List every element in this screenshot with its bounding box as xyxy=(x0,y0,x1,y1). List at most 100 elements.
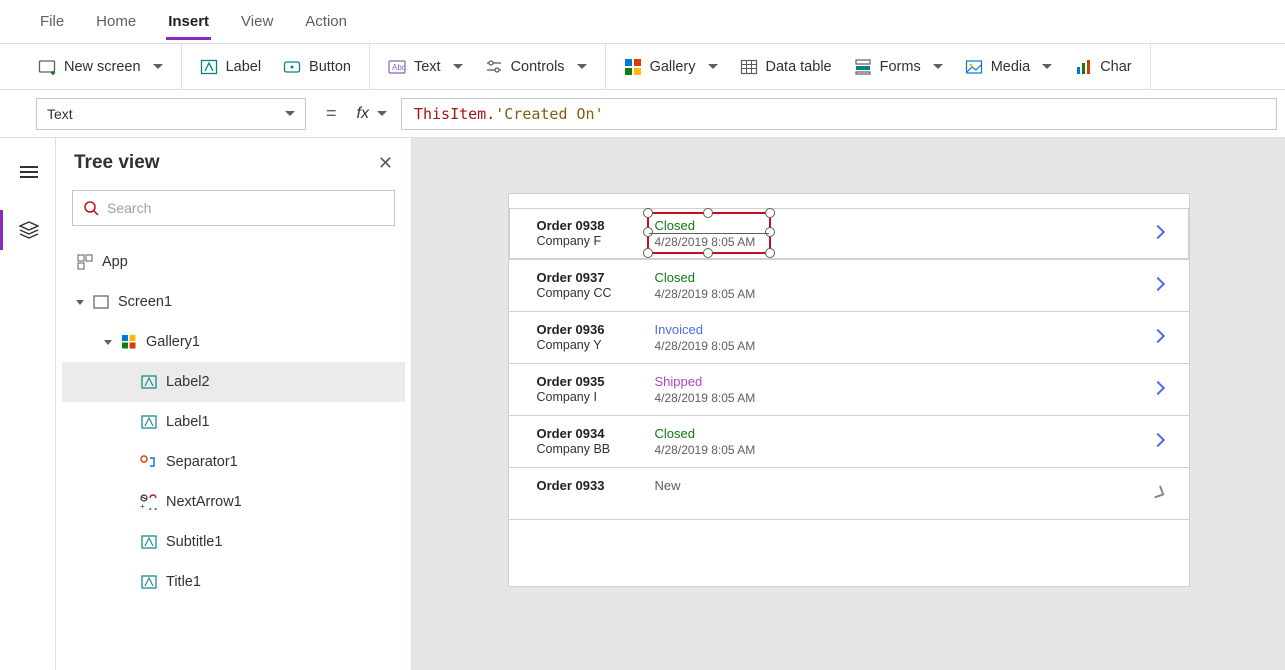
chevron-down-icon xyxy=(933,64,943,69)
ribbon-toolbar: New screen Label Button Abc Text xyxy=(0,44,1285,90)
charts-icon xyxy=(1074,58,1092,76)
chevron-down-icon xyxy=(453,64,463,69)
menu-item-view[interactable]: View xyxy=(239,3,275,40)
order-timestamp: 4/28/2019 8:05 AM xyxy=(655,339,795,353)
data-table-button[interactable]: Data table xyxy=(740,58,832,76)
equals-sign: = xyxy=(320,103,343,124)
forms-icon xyxy=(854,58,872,76)
hamburger-button[interactable] xyxy=(0,152,56,192)
text-button[interactable]: Abc Text xyxy=(388,58,463,76)
gallery-item[interactable]: Order 0934Company BBClosed4/28/2019 8:05… xyxy=(509,416,1189,468)
gallery-item[interactable]: Order 0935Company IShipped4/28/2019 8:05… xyxy=(509,364,1189,416)
order-status: Closed xyxy=(655,218,795,233)
order-title: Order 0933 xyxy=(537,478,655,493)
label-icon xyxy=(140,373,158,391)
chevron-down-icon xyxy=(708,64,718,69)
caret-icon xyxy=(76,300,84,305)
tree-node-screen1[interactable]: Screen1 xyxy=(62,282,405,322)
tree-label-subtitle1: Subtitle1 xyxy=(166,534,222,550)
tree-node-app[interactable]: App xyxy=(62,242,405,282)
formula-token-dot: . xyxy=(486,105,495,123)
tree-node-label1[interactable]: Label1 xyxy=(62,402,405,442)
tree-label-screen1: Screen1 xyxy=(118,294,172,310)
order-title: Order 0934 xyxy=(537,426,655,441)
charts-button[interactable]: Char xyxy=(1074,58,1131,76)
menu-item-insert[interactable]: Insert xyxy=(166,3,211,40)
formula-token-field: 'Created On' xyxy=(495,105,603,123)
gallery-item[interactable]: Order 0936Company YInvoiced4/28/2019 8:0… xyxy=(509,312,1189,364)
tree-search-box[interactable]: Search xyxy=(72,190,395,226)
tree-node-title1[interactable]: Title1 xyxy=(62,562,405,602)
order-status: New xyxy=(655,478,795,493)
tree-label-nextarrow1: NextArrow1 xyxy=(166,494,242,510)
next-arrow-icon[interactable] xyxy=(1153,276,1163,292)
chevron-down-icon xyxy=(377,111,387,116)
order-company: Company Y xyxy=(537,338,655,352)
menu-item-file[interactable]: File xyxy=(38,3,66,40)
gallery-item[interactable]: Order 0933New xyxy=(509,468,1189,520)
tree-view-panel: Tree view ✕ Search App Screen1 xyxy=(56,138,412,670)
close-panel-button[interactable]: ✕ xyxy=(378,154,393,172)
next-arrow-icon[interactable] xyxy=(1153,484,1163,500)
tree-label-app: App xyxy=(102,254,128,270)
button-button[interactable]: Button xyxy=(283,58,351,76)
chevron-down-icon xyxy=(1042,64,1052,69)
fx-label[interactable]: fx xyxy=(357,105,387,123)
next-arrow-icon[interactable] xyxy=(1153,432,1163,448)
caret-icon xyxy=(104,340,112,345)
label-icon xyxy=(200,58,218,76)
tree-search-placeholder: Search xyxy=(107,200,151,216)
menu-item-action[interactable]: Action xyxy=(303,3,349,40)
formula-bar: Text = fx ThisItem.'Created On' xyxy=(0,90,1285,138)
forms-button[interactable]: Forms xyxy=(854,58,943,76)
order-title: Order 0935 xyxy=(537,374,655,389)
order-timestamp: 4/28/2019 8:05 AM xyxy=(655,443,795,457)
next-arrow-icon[interactable] xyxy=(1153,224,1163,240)
tree-node-separator1[interactable]: Separator1 xyxy=(62,442,405,482)
label-button[interactable]: Label xyxy=(200,58,261,76)
media-button[interactable]: Media xyxy=(965,58,1053,76)
tree-view-title: Tree view xyxy=(74,152,160,174)
charts-label: Char xyxy=(1100,59,1131,75)
button-icon xyxy=(283,58,301,76)
formula-input[interactable]: ThisItem.'Created On' xyxy=(401,98,1277,130)
data-table-label: Data table xyxy=(766,59,832,75)
new-screen-label: New screen xyxy=(64,59,141,75)
tree-label-gallery1: Gallery1 xyxy=(146,334,200,350)
hamburger-icon xyxy=(20,163,38,181)
left-rail xyxy=(0,138,56,670)
menu-item-home[interactable]: Home xyxy=(94,3,138,40)
gallery-item[interactable]: Order 0937Company CCClosed4/28/2019 8:05… xyxy=(509,260,1189,312)
property-selector[interactable]: Text xyxy=(36,98,306,130)
controls-button[interactable]: Controls xyxy=(485,58,587,76)
label-icon xyxy=(140,573,158,591)
order-timestamp: 4/28/2019 8:05 AM xyxy=(655,287,795,301)
gallery-icon xyxy=(624,58,642,76)
layers-icon xyxy=(19,221,39,239)
gallery-button[interactable]: Gallery xyxy=(624,58,718,76)
screen1-preview[interactable]: Order 0938Company FClosed4/28/2019 8:05 … xyxy=(509,194,1189,586)
media-icon xyxy=(965,58,983,76)
tree: App Screen1 Gallery1 Label xyxy=(56,236,411,608)
label-label: Label xyxy=(226,59,261,75)
tree-node-nextarrow1[interactable]: + NextArrow1 xyxy=(62,482,405,522)
tree-node-label2[interactable]: Label2 xyxy=(62,362,405,402)
tree-node-gallery1[interactable]: Gallery1 xyxy=(62,322,405,362)
order-timestamp: 4/28/2019 8:05 AM xyxy=(655,235,795,249)
order-status: Invoiced xyxy=(655,322,795,337)
tree-view-rail-button[interactable] xyxy=(0,210,56,250)
svg-text:Abc: Abc xyxy=(392,63,406,72)
next-arrow-icon[interactable] xyxy=(1153,380,1163,396)
gallery-item[interactable]: Order 0938Company FClosed4/28/2019 8:05 … xyxy=(509,208,1189,260)
design-canvas[interactable]: Order 0938Company FClosed4/28/2019 8:05 … xyxy=(412,138,1285,670)
chevron-down-icon xyxy=(577,64,587,69)
controls-icon xyxy=(485,58,503,76)
data-table-icon xyxy=(740,58,758,76)
order-timestamp: 4/28/2019 8:05 AM xyxy=(655,391,795,405)
order-status: Closed xyxy=(655,426,795,441)
new-screen-button[interactable]: New screen xyxy=(38,58,163,76)
next-arrow-icon[interactable] xyxy=(1153,328,1163,344)
tree-node-subtitle1[interactable]: Subtitle1 xyxy=(62,522,405,562)
menu-bar: File Home Insert View Action xyxy=(0,0,1285,44)
chevron-down-icon xyxy=(285,111,295,116)
